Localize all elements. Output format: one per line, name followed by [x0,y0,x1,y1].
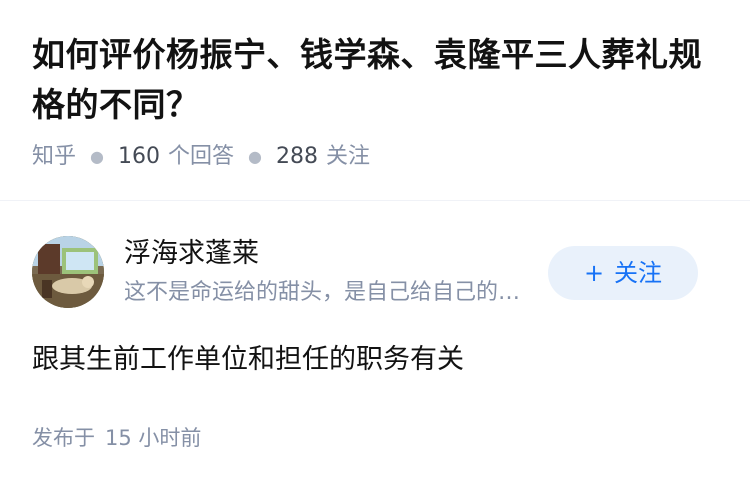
section-divider [0,200,750,201]
source-label[interactable]: 知乎 [32,142,76,172]
question-meta: 知乎 ● 160 个回答 ● 288 关注 [32,142,722,172]
follow-label: 关注 [614,259,663,287]
question-title[interactable]: 如何评价杨振宁、钱学森、袁隆平三人葬礼规格的不同？ [32,30,722,130]
separator-dot: ● [248,147,262,166]
answer-count: 160 [117,144,160,169]
published-time: 15 小时前 [105,426,202,450]
follow-author-button[interactable]: + 关注 [548,246,698,300]
answer-count-label: 个回答 [167,144,234,169]
plus-icon: + [583,259,605,287]
answer-content[interactable]: 跟其生前工作单位和担任的职务有关 [32,342,718,378]
author-name[interactable]: 浮海求蓬莱 [124,236,259,272]
separator-dot: ● [90,147,104,166]
author-card: 浮海求蓬莱 这不是命运给的甜头，是自己给自己的甜头 + 关注 [32,236,718,308]
avatar[interactable] [32,236,104,308]
question-header: 如何评价杨振宁、钱学森、袁隆平三人葬礼规格的不同？ 知乎 ● 160 个回答 ●… [32,30,722,172]
follower-count-label: 关注 [325,144,370,169]
published-info: 发布于 15 小时前 [32,424,201,452]
author-bio: 这不是命运给的甜头，是自己给自己的甜头 [124,280,539,305]
published-label: 发布于 [32,426,95,450]
follower-count: 288 [275,144,318,169]
avatar-photo-icon [32,236,104,308]
